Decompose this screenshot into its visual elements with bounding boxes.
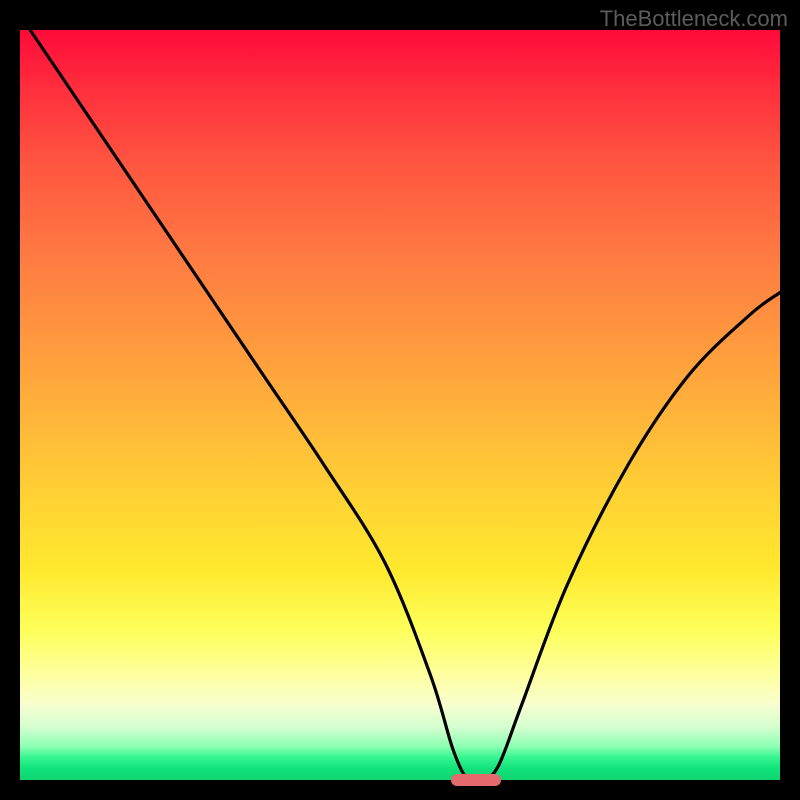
- plot-area: [20, 30, 780, 780]
- curve-svg: [20, 30, 780, 780]
- watermark-text: TheBottleneck.com: [600, 6, 788, 32]
- chart-frame: TheBottleneck.com: [0, 0, 800, 800]
- bottleneck-curve: [20, 30, 780, 780]
- optimum-marker: [451, 774, 501, 786]
